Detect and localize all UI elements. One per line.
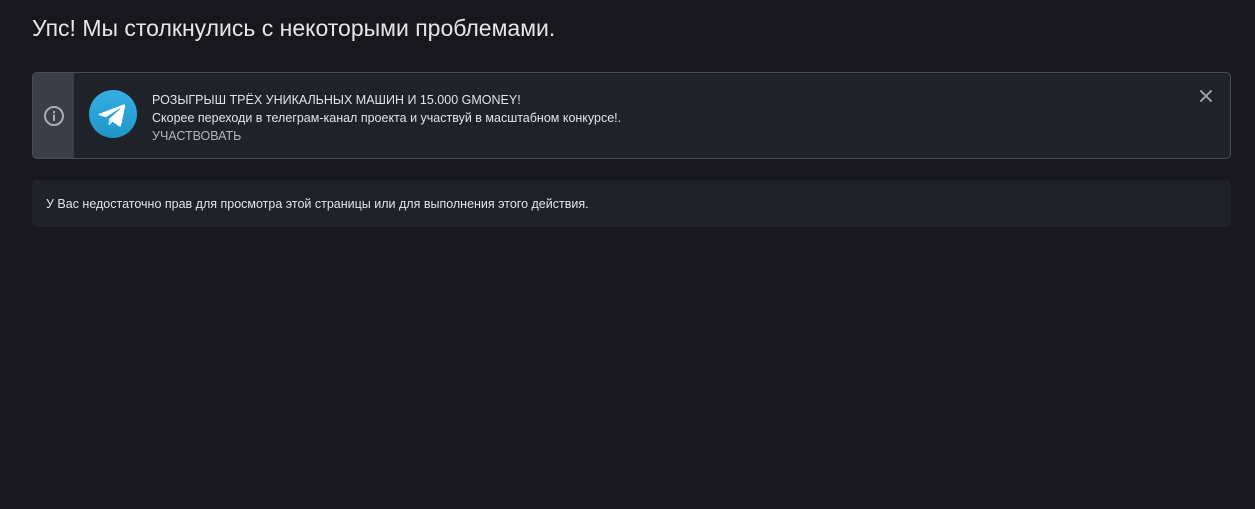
notice-text: РОЗЫГРЫШ ТРЁХ УНИКАЛЬНЫХ МАШИН И 15.000 … [152,91,621,145]
info-icon [43,105,65,127]
notice-headline: РОЗЫГРЫШ ТРЁХ УНИКАЛЬНЫХ МАШИН И 15.000 … [152,93,521,107]
close-icon[interactable] [1196,86,1216,106]
notice-strip [33,73,74,158]
participate-link[interactable]: УЧАСТВОВАТЬ [152,129,241,143]
page: Упс! Мы столкнулись с некоторыми проблем… [0,0,1255,509]
telegram-logo-icon [89,90,137,138]
notice-banner: РОЗЫГРЫШ ТРЁХ УНИКАЛЬНЫХ МАШИН И 15.000 … [32,72,1231,159]
error-message: У Вас недостаточно прав для просмотра эт… [46,196,589,211]
error-message-block: У Вас недостаточно прав для просмотра эт… [32,180,1231,227]
page-title: Упс! Мы столкнулись с некоторыми проблем… [32,15,556,41]
notice-body: Скорее переходи в телеграм-канал проекта… [152,111,622,125]
